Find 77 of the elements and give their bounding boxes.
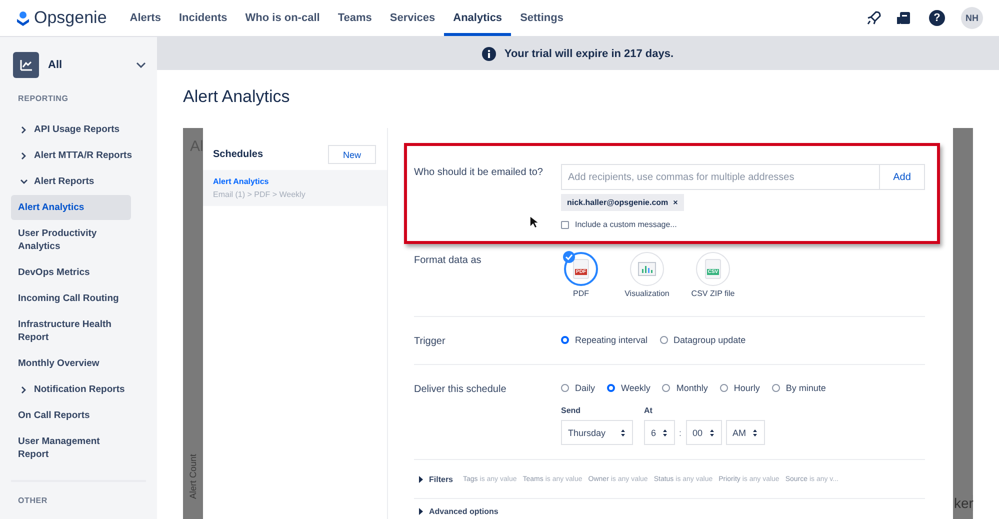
nav-tab[interactable]: Teams [328,0,381,36]
sidebar-item[interactable]: User Management Report [11,429,131,467]
field-label: Send [561,406,582,415]
logo-icon [16,10,30,26]
field-label: At [644,406,654,415]
field-label: Trigger [414,335,446,347]
section-heading: OTHER [18,496,48,505]
nav-tab[interactable]: Services [380,0,444,36]
sidebar-item[interactable]: Monthly Overview [11,351,131,376]
schedule-item[interactable]: Alert Analytics Email (1) > PDF > Weekly [203,170,387,206]
nav-tab[interactable]: Settings [511,0,572,36]
caret-right-icon [418,508,424,515]
radio-option[interactable]: Daily [561,383,596,393]
checkbox[interactable] [561,220,569,228]
banner-text: Your trial will expire in 217 days. [504,48,674,60]
sidebar-item[interactable]: Alert Reports [11,169,146,194]
updown-arrows-icon [620,428,626,436]
sidebar-item[interactable]: Infrastructure Health Report [11,312,131,350]
checkbox-label: Include a custom message... [575,220,677,229]
selector-label: All [48,59,64,71]
dropdown[interactable]: AM [726,420,766,445]
sidebar-item[interactable]: User Productivity Analytics [11,221,131,259]
nav-tab[interactable]: Who is on-call [236,0,329,36]
nav-tab[interactable]: Incidents [170,0,236,36]
updown-arrows-icon [708,428,715,436]
radio-option[interactable]: Repeating interval [561,335,648,345]
filters-toggle[interactable]: Filters [418,475,454,484]
schedule-summary: Email (1) > PDF > Weekly [213,190,306,199]
radio-option[interactable]: Monthly [662,383,708,393]
chart-icon [19,58,33,72]
info-icon [482,46,496,60]
recipient-address: nick.haller@opsgenie.com [567,198,668,207]
field-label: Who should it be emailed to? [414,166,544,178]
sidebar-item[interactable]: Alert Analytics [11,195,131,220]
sidebar-item[interactable]: On Call Reports [11,403,131,428]
radio-option[interactable]: By minute [772,383,826,393]
remove-button[interactable]: × [673,198,678,207]
axis-label: Alert Count [188,454,198,499]
chevron-right-icon [20,386,28,394]
dropdown[interactable]: 00 [686,420,722,445]
new-button[interactable]: New [328,145,376,164]
advanced-options-toggle[interactable]: Advanced options [418,507,498,516]
field-label: Deliver this schedule [414,383,508,395]
caret-right-icon [418,476,424,483]
recipients-field[interactable]: Add recipients, use commas for multiple addresses Add [561,164,925,190]
cursor-icon [529,215,540,229]
dropdown[interactable]: Thursday [561,420,633,445]
dropdown[interactable]: 6 [644,420,676,445]
nav-tab[interactable]: Alerts [120,0,170,36]
radio-option[interactable]: Weekly [607,383,650,393]
bar-chart-icon [638,262,656,276]
book-icon[interactable] [896,10,911,26]
page-title: Alert Analytics [182,86,291,108]
sidebar-item[interactable]: Notification Reports [11,377,146,402]
radio-option[interactable]: Datagroup update [660,335,746,345]
section-heading: REPORTING [18,94,70,103]
panel-title: Schedules [213,149,264,160]
sidebar-item[interactable]: DevOps Metrics [11,260,131,285]
rocket-icon[interactable] [866,10,882,26]
help-icon[interactable]: ? [929,10,945,26]
chevron-right-icon [20,126,28,134]
updown-arrows-icon [752,428,758,436]
check-icon [563,251,575,263]
sidebar-item[interactable]: Incoming Call Routing [11,286,131,311]
updown-arrows-icon [662,428,668,436]
time-separator: : [679,428,682,438]
chevron-down-icon [20,178,28,186]
chevron-down-icon [136,62,146,68]
logo-text: Opsgenie [34,8,107,28]
user-avatar[interactable]: NH [961,7,983,29]
schedule-name: Alert Analytics [213,177,270,186]
project-selector[interactable]: All [13,52,146,78]
sidebar-item[interactable]: Alert MTTA/R Reports [11,143,146,168]
radio-option[interactable]: Hourly [720,383,760,393]
sidebar-item[interactable]: API Usage Reports [11,117,146,142]
field-label: Format data as [414,254,482,266]
chevron-right-icon [20,152,28,160]
